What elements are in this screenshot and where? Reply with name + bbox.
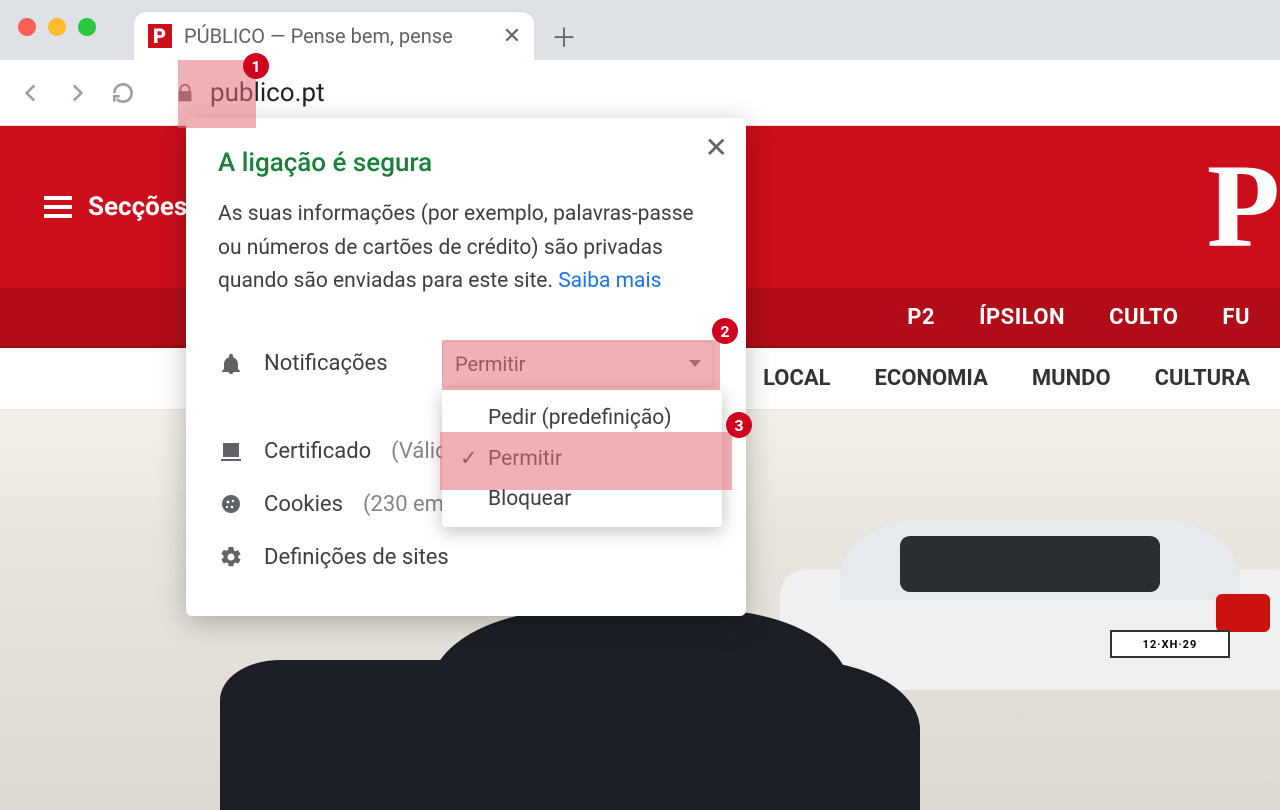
back-button[interactable]	[18, 80, 44, 106]
section-link[interactable]: ECONOMIA	[875, 366, 988, 391]
certificate-label: Certificado	[264, 439, 371, 464]
subnav-link[interactable]: FU	[1222, 305, 1250, 330]
connection-secure-title: A ligação é segura	[218, 148, 714, 178]
section-link[interactable]: MUNDO	[1032, 366, 1111, 391]
section-link[interactable]: LOCAL	[763, 366, 830, 391]
site-settings-label: Definições de sites	[264, 545, 449, 570]
forward-button[interactable]	[64, 80, 90, 106]
window-controls	[18, 18, 96, 36]
tab-close-icon[interactable]: ✕	[504, 28, 520, 44]
reload-button[interactable]	[110, 80, 136, 106]
annotation-highlight-3	[440, 432, 732, 490]
sections-menu-button[interactable]: Secções	[44, 192, 187, 222]
annotation-highlight-2	[442, 340, 720, 390]
publico-favicon-icon: P	[148, 24, 172, 48]
cookies-label: Cookies	[264, 492, 343, 517]
svg-text:P: P	[153, 24, 166, 48]
window-maximize-button[interactable]	[78, 18, 96, 36]
subnav-link[interactable]: ÍPSILON	[979, 305, 1065, 330]
browser-tabbar: P PÚBLICO — Pense bem, pense ✕ ＋	[0, 0, 1280, 60]
publico-logo[interactable]: P	[1207, 146, 1280, 266]
window-minimize-button[interactable]	[48, 18, 66, 36]
annotation-badge-3: 3	[726, 412, 752, 438]
notifications-label: Notificações	[264, 351, 388, 376]
connection-secure-description: As suas informações (por exemplo, palavr…	[218, 198, 714, 299]
certificate-icon	[218, 439, 244, 463]
cookie-icon	[218, 492, 244, 516]
annotation-badge-1: 1	[243, 53, 269, 79]
subnav-link[interactable]: CULTO	[1109, 305, 1178, 330]
hamburger-icon	[44, 196, 72, 218]
tab-title: PÚBLICO — Pense bem, pense	[184, 24, 492, 48]
bell-icon	[218, 352, 244, 376]
window-close-button[interactable]	[18, 18, 36, 36]
learn-more-link[interactable]: Saiba mais	[558, 269, 661, 293]
section-link[interactable]: CULTURA	[1155, 366, 1250, 391]
annotation-badge-2: 2	[712, 318, 738, 344]
site-settings-row[interactable]: Definições de sites	[218, 531, 714, 584]
gear-icon	[218, 545, 244, 569]
sections-label: Secções	[88, 192, 187, 222]
new-tab-button[interactable]: ＋	[544, 16, 584, 56]
browser-tab[interactable]: P PÚBLICO — Pense bem, pense ✕	[134, 12, 534, 60]
subnav-link[interactable]: P2	[907, 305, 935, 330]
popup-close-button[interactable]: ✕	[705, 134, 728, 162]
